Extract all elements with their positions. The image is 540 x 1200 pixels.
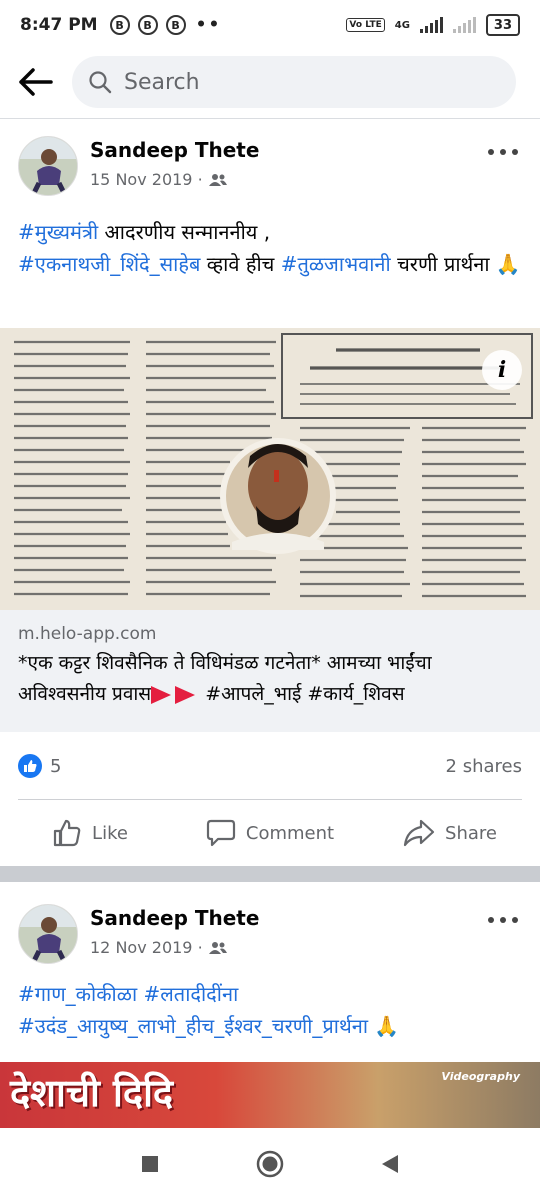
notification-b-icon: B — [165, 15, 186, 35]
post-body-text: #गाण_कोकीळा #लतादीदींना #उदंड_आयुष्य_लाभ… — [0, 978, 540, 1042]
status-more-dots: •• — [195, 15, 222, 35]
post-text-segment: व्हावे हीच — [200, 252, 281, 276]
more-dot-icon — [512, 149, 518, 155]
hashtag-link[interactable]: #एकनाथजी_शिंदे_साहेब — [18, 252, 200, 276]
post-body-text: #मुख्यमंत्री आदरणीय सन्माननीय , #एकनाथजी… — [0, 216, 540, 280]
search-icon — [89, 71, 112, 94]
hashtag-link[interactable]: #मुख्यमंत्री — [18, 220, 98, 244]
friends-audience-icon — [208, 173, 227, 186]
search-input[interactable]: Search — [72, 56, 516, 108]
signal-strength-2-icon — [452, 17, 476, 33]
post-text-segment: 🙏 — [368, 1014, 400, 1038]
recents-button[interactable] — [135, 1149, 165, 1179]
status-time: 8:47 PM — [20, 15, 98, 35]
back-nav-button[interactable] — [375, 1149, 405, 1179]
friends-audience-icon — [208, 941, 227, 954]
square-icon — [142, 1156, 158, 1172]
volte-icon: Vo LTE — [346, 18, 385, 32]
newspaper-clipping-image — [0, 328, 540, 610]
more-dot-icon — [488, 149, 494, 155]
thumbs-up-icon — [53, 819, 81, 847]
search-placeholder: Search — [124, 69, 200, 95]
info-button[interactable]: i — [482, 350, 522, 390]
hashtag-link[interactable]: #गाण_कोकीळा — [18, 982, 137, 1006]
post-meta: 15 Nov 2019 · — [90, 170, 227, 189]
link-domain: m.helo-app.com — [18, 624, 157, 644]
more-dot-icon — [500, 917, 506, 923]
post-meta: 12 Nov 2019 · — [90, 938, 227, 957]
share-arrow-icon — [403, 819, 435, 847]
system-navigation-bar — [0, 1128, 540, 1200]
post-options-button[interactable] — [488, 142, 518, 162]
back-arrow-icon — [19, 68, 53, 96]
banner-text: देशाची दिदि — [10, 1071, 174, 1115]
notification-b-icon: B — [109, 15, 130, 35]
status-right: Vo LTE 4G 33 — [346, 14, 520, 36]
home-button[interactable] — [255, 1149, 285, 1179]
share-button[interactable]: Share — [360, 818, 540, 848]
avatar[interactable] — [18, 136, 78, 196]
avatar-image — [19, 137, 77, 195]
battery-level: 33 — [493, 17, 512, 33]
banner-watermark: Videography — [441, 1070, 520, 1083]
post-author[interactable]: Sandeep Thete — [90, 138, 259, 162]
post-date[interactable]: 15 Nov 2019 · — [90, 170, 203, 189]
post-date[interactable]: 12 Nov 2019 · — [90, 938, 203, 957]
header-divider — [0, 118, 540, 119]
back-triangle-icon — [382, 1155, 398, 1173]
post-2: Sandeep Thete 12 Nov 2019 · #गाण_कोकीळा … — [0, 894, 540, 1042]
link-title-hashtags: #आपले_भाई #कार्य_शिवस — [199, 683, 405, 705]
signal-strength-icon — [419, 17, 443, 33]
network-type: 4G — [394, 19, 410, 31]
comment-icon — [206, 819, 235, 847]
share-label: Share — [445, 822, 497, 844]
more-dot-icon — [488, 917, 494, 923]
post-header: Sandeep Thete 15 Nov 2019 · — [0, 126, 540, 196]
triangle-flag-icon — [151, 683, 199, 705]
battery-icon: 33 — [485, 14, 520, 36]
link-title: *एक कट्टर शिवसैनिक ते विधिमंडळ गटनेता* आ… — [18, 648, 522, 710]
post-author[interactable]: Sandeep Thete — [90, 906, 259, 930]
like-reaction-icon[interactable] — [18, 754, 42, 778]
more-dot-icon — [512, 917, 518, 923]
home-circle-icon — [256, 1150, 284, 1178]
post-options-button[interactable] — [488, 910, 518, 930]
reaction-count[interactable]: 5 — [50, 756, 61, 777]
post-1: Sandeep Thete 15 Nov 2019 · #मुख्यमंत्री… — [0, 126, 540, 280]
post-text-segment: चरणी प्रार्थना 🙏 — [390, 252, 521, 276]
comment-button[interactable]: Comment — [180, 818, 360, 848]
notification-b-icon: B — [137, 15, 158, 35]
avatar-image — [19, 905, 77, 963]
link-preview-image[interactable]: i — [0, 328, 540, 610]
back-button[interactable] — [18, 64, 54, 100]
post-2-image[interactable]: देशाची दिदि Videography — [0, 1062, 540, 1128]
status-notification-badges: B B B — [109, 15, 186, 35]
app-header: Search — [0, 50, 540, 114]
feed-separator — [0, 866, 540, 882]
status-bar: 8:47 PM B B B •• Vo LTE 4G 33 — [0, 0, 540, 50]
reactions-bar: 5 2 shares — [0, 733, 540, 799]
more-dot-icon — [500, 149, 506, 155]
post-header: Sandeep Thete 12 Nov 2019 · — [0, 894, 540, 964]
avatar[interactable] — [18, 904, 78, 964]
hashtag-link[interactable]: #उदंड_आयुष्य_लाभो_हीच_ईश्वर_चरणी_प्रार्थ… — [18, 1014, 368, 1038]
share-count[interactable]: 2 shares — [446, 756, 522, 777]
hashtag-link[interactable]: #तुळजाभवानी — [281, 252, 391, 276]
comment-label: Comment — [245, 822, 335, 844]
like-label: Like — [92, 822, 128, 844]
hashtag-link[interactable]: #लतादीदींना — [143, 982, 238, 1006]
post-text-segment: आदरणीय सन्माननीय , — [98, 220, 271, 244]
post-actions: Like Comment Share — [0, 800, 540, 866]
like-button[interactable]: Like — [0, 818, 180, 848]
link-preview[interactable]: m.helo-app.com *एक कट्टर शिवसैनिक ते विध… — [0, 610, 540, 732]
